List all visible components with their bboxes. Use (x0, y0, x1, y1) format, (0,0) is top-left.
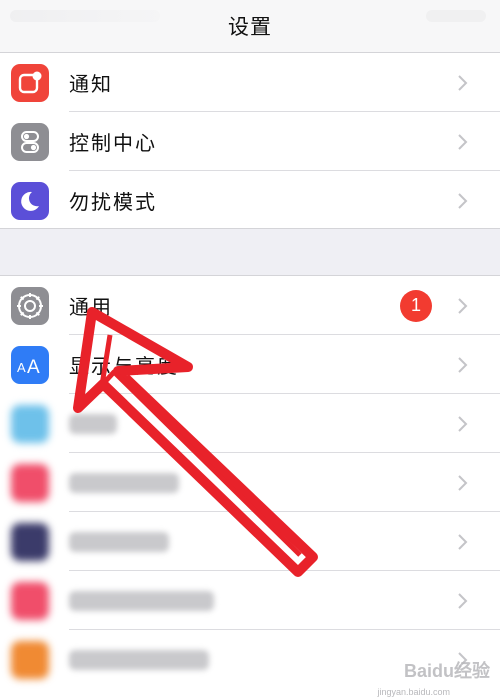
status-bar-left (10, 10, 160, 22)
chevron-right-icon (458, 192, 468, 209)
row-label: 控制中心 (69, 131, 157, 155)
row-label: 勿扰模式 (69, 190, 157, 214)
blurred-app-icon (11, 640, 49, 679)
blurred-label (69, 413, 117, 434)
watermark: Baidu经验 (403, 661, 490, 681)
chevron-right-icon (458, 533, 468, 550)
moon-icon (11, 181, 49, 220)
settings-group-2: 通用 1 A A 显示与亮度 (0, 275, 500, 700)
chevron-right-icon (458, 356, 468, 373)
blurred-app-icon (11, 581, 49, 620)
svg-text:A: A (17, 360, 26, 375)
blurred-app-icon (11, 404, 49, 443)
notification-icon (11, 63, 49, 102)
blurred-label (69, 472, 179, 493)
settings-group-1: 通知 控制中心 勿扰模式 (0, 53, 500, 229)
chevron-right-icon (458, 592, 468, 609)
chevron-right-icon (458, 74, 468, 91)
watermark-url: jingyan.baidu.com (377, 687, 450, 697)
blurred-label (69, 649, 209, 670)
chevron-right-icon (458, 297, 468, 314)
blurred-label (69, 590, 214, 611)
settings-row-notifications[interactable]: 通知 (0, 53, 500, 112)
row-label: 通知 (69, 72, 113, 96)
notification-badge: 1 (400, 289, 432, 322)
settings-row-blurred[interactable] (0, 512, 500, 571)
row-label: 通用 (69, 295, 113, 319)
status-bar-right (426, 10, 486, 22)
svg-text:A: A (27, 357, 40, 376)
settings-row-blurred[interactable] (0, 394, 500, 453)
gear-icon (11, 286, 49, 325)
navigation-bar: 设置 (0, 0, 500, 53)
text-size-icon: A A (11, 345, 49, 384)
settings-row-blurred[interactable] (0, 453, 500, 512)
chevron-right-icon (458, 415, 468, 432)
settings-row-control-center[interactable]: 控制中心 (0, 112, 500, 171)
chevron-right-icon (458, 133, 468, 150)
page-title: 设置 (228, 15, 272, 39)
blurred-label (69, 531, 169, 552)
settings-row-blurred[interactable] (0, 571, 500, 630)
blurred-app-icon (11, 522, 49, 561)
settings-row-display-brightness[interactable]: A A 显示与亮度 (0, 335, 500, 394)
blurred-app-icon (11, 463, 49, 502)
chevron-right-icon (458, 474, 468, 491)
toggle-switches-icon (11, 122, 49, 161)
settings-row-do-not-disturb[interactable]: 勿扰模式 (0, 171, 500, 230)
settings-row-general[interactable]: 通用 1 (0, 276, 500, 335)
row-label: 显示与亮度 (69, 354, 179, 378)
